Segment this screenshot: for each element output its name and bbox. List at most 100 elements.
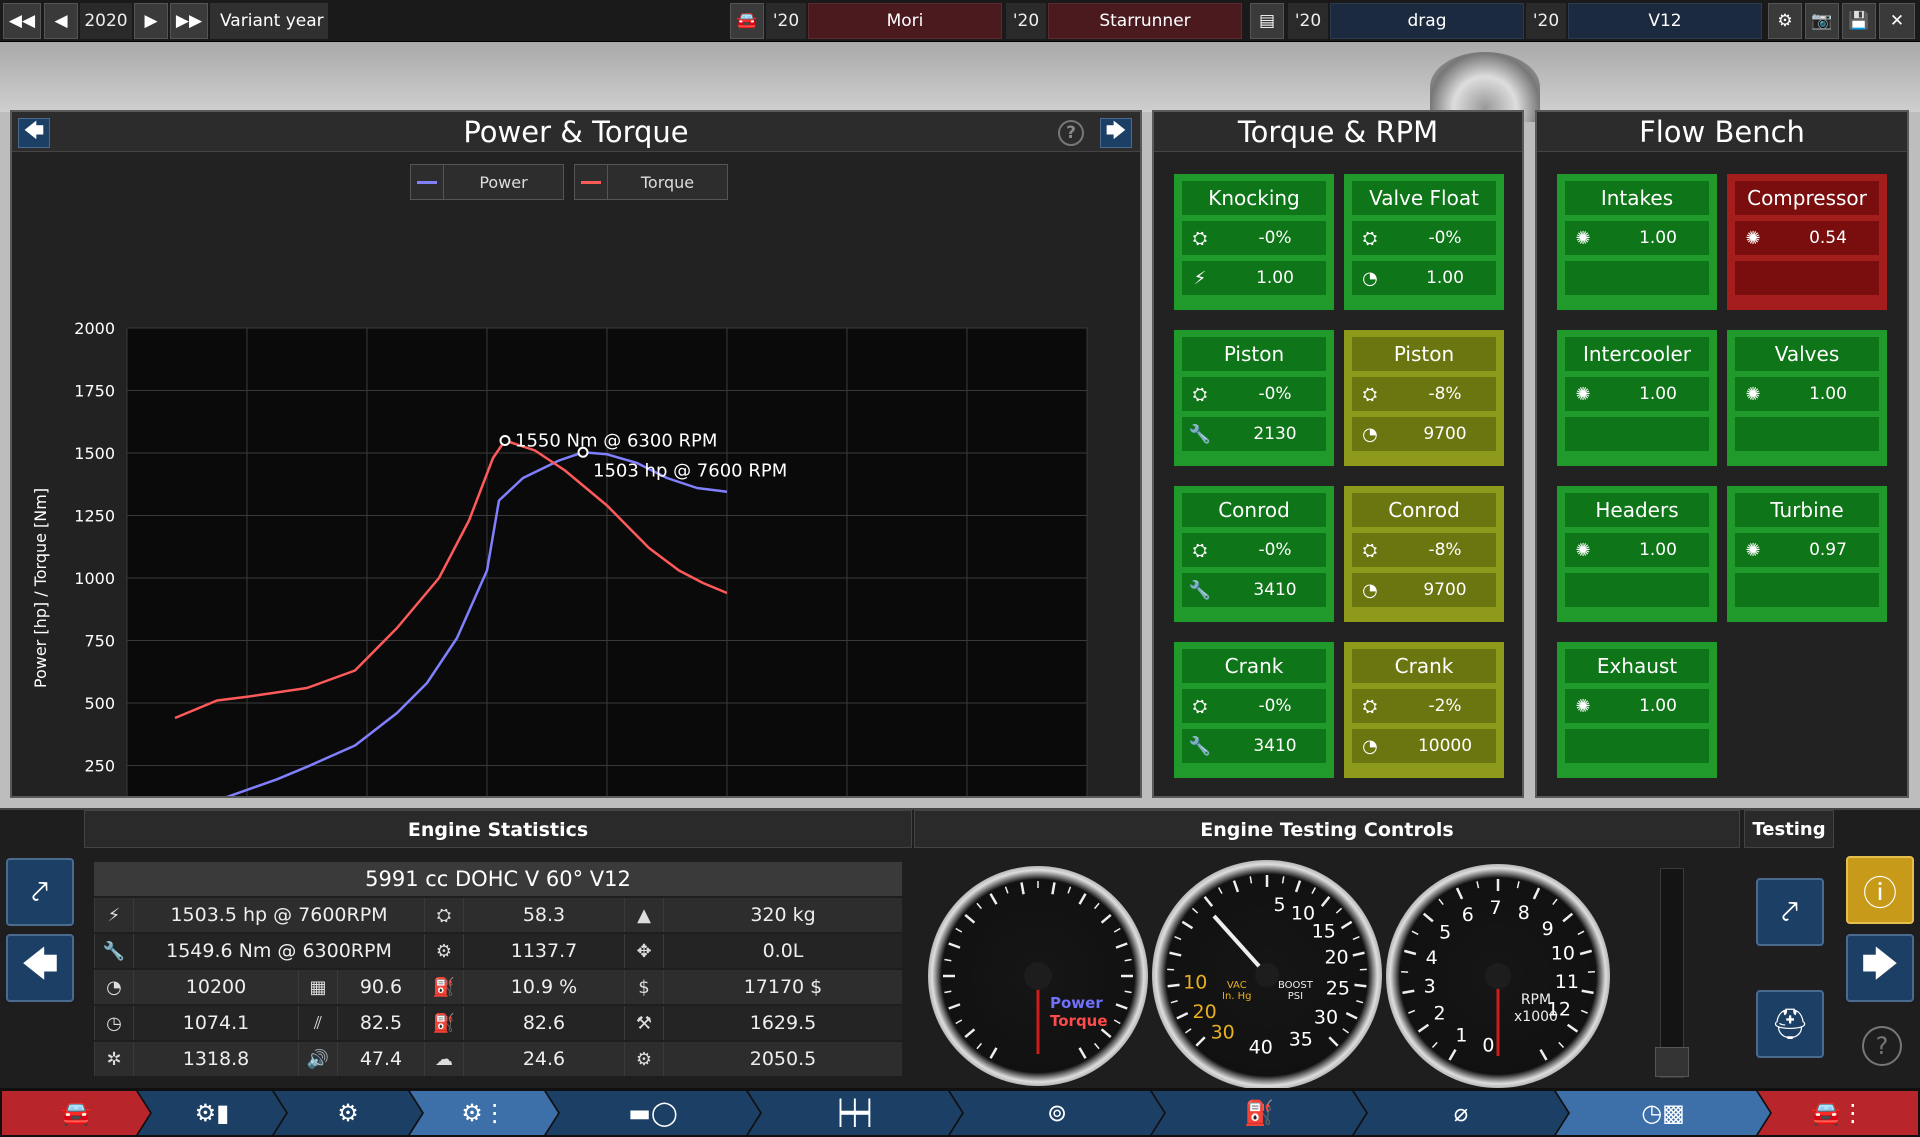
save-button[interactable]: 💾 <box>1842 3 1876 39</box>
nav-engine-variant[interactable]: ⚙ <box>274 1091 422 1135</box>
stats-row: ◔ 10200 ▦ 90.6 ⛽ 10.9 % $ 17170 $ <box>94 970 902 1004</box>
engine-year: '20 <box>1288 3 1328 39</box>
arrow-left-icon: 🡄 <box>21 943 59 985</box>
next-button[interactable]: 🡆 <box>1846 934 1914 1002</box>
gauge-tick <box>1232 880 1240 893</box>
gauge-tick <box>1115 1003 1128 1010</box>
car-button[interactable]: 🚘 <box>730 3 764 39</box>
card-title: Piston <box>1182 337 1326 371</box>
gauge-tick <box>1100 1028 1112 1039</box>
close-button[interactable]: ✕ <box>1879 3 1915 39</box>
test-graph-button[interactable]: ⤤ <box>1756 878 1824 946</box>
card-row-empty <box>1735 573 1879 607</box>
panel-forward-button[interactable]: 🡆 <box>1100 118 1132 148</box>
gauge-tick <box>955 1019 963 1025</box>
warning-button[interactable]: ⓘ <box>1846 856 1914 924</box>
cooling-icon: ✲ <box>94 1042 134 1076</box>
stats-back-button[interactable]: 🡄 <box>6 934 74 1002</box>
car-icon: 🚘 <box>736 11 758 31</box>
graph-icon: ⤤ <box>31 874 49 910</box>
throttle-slider[interactable] <box>1655 868 1689 1078</box>
nav-car[interactable]: 🚘 <box>2 1091 150 1135</box>
help-button[interactable]: ? <box>1862 1026 1902 1066</box>
smoothness-icon: ▦ <box>298 970 338 1004</box>
stats-row: ◷ 1074.1 ⫽ 82.5 ⛽ 82.6 ⚒ 1629.5 <box>94 1006 902 1040</box>
exhaust-icon: ⌀ <box>1453 1099 1469 1127</box>
gauge-tick-label: 6 <box>1462 904 1474 926</box>
engineering-icon: ⚙ <box>624 1042 664 1076</box>
gauge-tick-label: 5 <box>1273 894 1285 916</box>
card-value: 1.00 <box>1777 377 1879 411</box>
card-row: ✺ 1.00 <box>1565 221 1709 255</box>
gauge-tick-label: 30 <box>1314 1006 1338 1028</box>
legend-torque-label: Torque <box>608 164 728 200</box>
annotation-marker <box>499 435 511 446</box>
gauge-tick <box>1020 882 1025 895</box>
gauge-rpm-label: RPM <box>1520 992 1552 1008</box>
gauge-tick <box>1100 913 1112 924</box>
family-name[interactable]: Mori <box>808 3 1002 39</box>
nav-top-end[interactable]: ┝┿┥ <box>748 1091 962 1135</box>
card-row-empty <box>1735 261 1879 295</box>
engine-family[interactable]: drag <box>1330 3 1524 39</box>
nav-engine-family[interactable]: ⚙▮ <box>138 1091 286 1135</box>
nav-engine-test[interactable]: ⚙⋮ <box>410 1091 558 1135</box>
screenshot-button[interactable]: 📷 <box>1805 3 1839 39</box>
help-button[interactable]: ? <box>1058 120 1084 146</box>
gauge-tick <box>1577 930 1585 936</box>
val-e-stat: 1318.8 <box>182 1048 250 1070</box>
empty-cell <box>1565 261 1603 295</box>
legend-power[interactable]: Power <box>410 164 564 200</box>
nav-aspiration[interactable]: ⊚ <box>950 1091 1164 1135</box>
throttle-slider-handle[interactable] <box>1655 1047 1689 1077</box>
gauge-tick <box>948 942 961 949</box>
nav-fuel[interactable]: ⛽ <box>1152 1091 1366 1135</box>
panel-back-button[interactable]: 🡄 <box>18 118 50 148</box>
arrow-left-icon: 🡄 <box>23 118 45 142</box>
piston-icon: ⛭ <box>1362 695 1378 717</box>
power-torque-chart: 0250500750100012501500175020000400080001… <box>31 319 1088 796</box>
card-value: -8% <box>1428 384 1462 404</box>
graph-view-button[interactable]: ⤤ <box>6 858 74 926</box>
gauge-tick <box>1311 887 1317 894</box>
last-year-button[interactable]: ▶▶ <box>170 3 208 39</box>
empty-cell <box>1735 417 1773 451</box>
response-icon: ◷ <box>94 1006 134 1040</box>
power-stat: 1503.5 hp @ 7600RPM <box>170 904 388 926</box>
spark-icon: ⚡ <box>1182 261 1220 295</box>
gauge1-dial <box>943 881 1133 1059</box>
gauge-tick <box>1113 927 1121 933</box>
gauge-tick <box>989 1047 998 1059</box>
next-year-button[interactable]: ▶ <box>134 3 168 39</box>
nav-car-designer[interactable]: 🚘⋮ <box>1758 1091 1918 1135</box>
card-value: 2130 <box>1224 417 1326 451</box>
card-row: ◔ 10000 <box>1352 729 1496 763</box>
gauge-boost-unit: PSI <box>1287 991 1304 1002</box>
y-tick-label: 1000 <box>74 569 115 588</box>
nav-test-bench[interactable]: ◷▩ <box>1556 1091 1770 1135</box>
torque-rpm-card: Crank ⛭ -2% ◔ 10000 <box>1344 642 1504 778</box>
variant-name[interactable]: Starrunner <box>1048 3 1242 39</box>
nav-bottom-end[interactable]: ▬◯ <box>546 1091 760 1135</box>
settings-button[interactable]: ⚙ <box>1768 3 1802 39</box>
card-title: Valve Float <box>1352 181 1496 215</box>
card-row-empty <box>1565 417 1709 451</box>
gauge-tick <box>1431 1041 1438 1049</box>
prev-year-button[interactable]: ◀ <box>44 3 78 39</box>
torque-rpm-card: Crank ⛭ -0% 🔧 3410 <box>1174 642 1334 778</box>
piston-icon: ⛭ <box>1352 221 1390 255</box>
car-parts-icon: 🚘⋮ <box>1811 1099 1865 1127</box>
engine-button[interactable]: ▤ <box>1250 3 1284 39</box>
engine-variant[interactable]: V12 <box>1568 3 1762 39</box>
nav-exhaust[interactable]: ⌀ <box>1354 1091 1568 1135</box>
legend-torque[interactable]: Torque <box>574 164 728 200</box>
card-row: ⛭ -2% <box>1352 689 1496 723</box>
y-tick-label: 250 <box>84 757 115 776</box>
flow-bench-card: Intakes ✺ 1.00 <box>1557 174 1717 310</box>
card-row: ⛭ -0% <box>1182 377 1326 411</box>
prev-icon: ◀ <box>54 11 68 31</box>
card-value: 1.00 <box>1224 261 1326 295</box>
dyno-button[interactable]: ⛑ <box>1756 990 1824 1058</box>
first-year-button[interactable]: ◀◀ <box>3 3 41 39</box>
graph-icon: ⤤ <box>1781 894 1799 930</box>
